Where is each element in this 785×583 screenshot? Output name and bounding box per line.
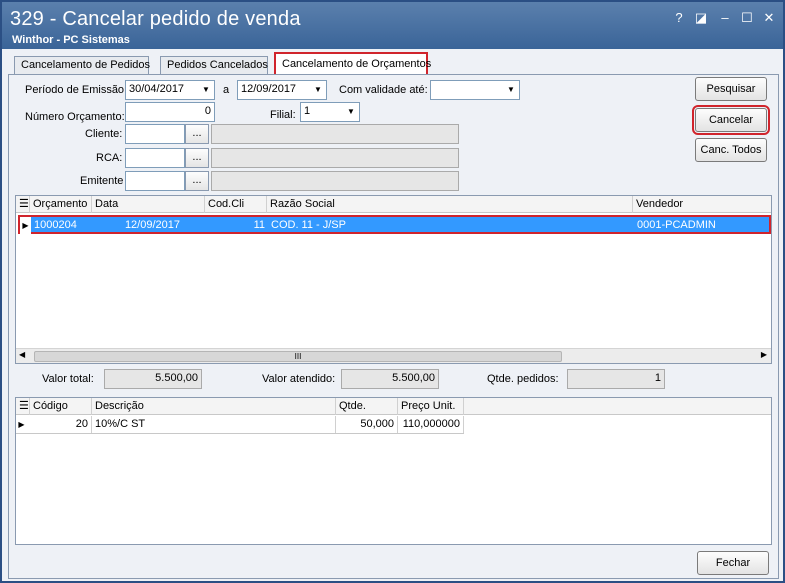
valor-atendido-field: 5.500,00 bbox=[341, 369, 439, 389]
emitente-label: Emitente bbox=[80, 175, 124, 187]
chevron-down-icon[interactable]: ▼ bbox=[343, 103, 359, 121]
data-fim-value: 12/09/2017 bbox=[241, 83, 297, 95]
orcamentos-grid-header: ☰ Orçamento Data Cod.Cli Razão Social Ve… bbox=[16, 196, 771, 213]
scroll-left-icon[interactable]: ◀ bbox=[19, 350, 25, 359]
scroll-right-icon[interactable]: ▶ bbox=[761, 350, 767, 359]
rca-search-button[interactable]: ... bbox=[185, 148, 209, 168]
col-preco-unit[interactable]: Preço Unit. bbox=[398, 398, 464, 415]
minimize-icon[interactable]: – bbox=[716, 10, 734, 26]
help-icon[interactable]: ? bbox=[670, 10, 688, 26]
restore-icon[interactable]: ◪ bbox=[692, 10, 710, 26]
valor-total-label: Valor total: bbox=[42, 373, 94, 385]
chevron-down-icon[interactable]: ▼ bbox=[503, 81, 519, 99]
col-descricao[interactable]: Descrição bbox=[92, 398, 336, 415]
cliente-label: Cliente: bbox=[85, 128, 123, 140]
title-bar: 329 - Cancelar pedido de venda Winthor -… bbox=[2, 2, 783, 49]
rca-label: RCA: bbox=[96, 152, 123, 164]
cliente-code-field[interactable] bbox=[125, 124, 185, 144]
row-pointer-icon: ▶ bbox=[20, 217, 31, 234]
numero-orcamento-field[interactable]: 0 bbox=[125, 102, 215, 122]
validade-field[interactable]: ▼ bbox=[430, 80, 520, 100]
canc-todos-button[interactable]: Canc. Todos bbox=[695, 138, 767, 162]
col-codigo[interactable]: Código bbox=[30, 398, 92, 415]
cliente-name-field bbox=[211, 124, 459, 144]
qtde-pedidos-label: Qtde. pedidos: bbox=[487, 373, 559, 385]
table-row[interactable]: ▶ 20 10%/C ST 50,000 110,000000 bbox=[16, 416, 464, 434]
qtde-pedidos-field: 1 bbox=[567, 369, 665, 389]
row-pointer-icon: ▶ bbox=[18, 420, 25, 429]
col-vendedor[interactable]: Vendedor bbox=[633, 196, 771, 213]
data-inicio-field[interactable]: 30/04/2017 ▼ bbox=[125, 80, 215, 100]
valor-total-field: 5.500,00 bbox=[104, 369, 202, 389]
tab-cancelamento-pedidos[interactable]: Cancelamento de Pedidos bbox=[14, 56, 150, 75]
maximize-icon[interactable]: ☐ bbox=[738, 10, 756, 26]
tab-panel: Período de Emissão: 30/04/2017 ▼ a 12/09… bbox=[8, 74, 779, 579]
col-razao-social[interactable]: Razão Social bbox=[267, 196, 633, 213]
grid-menu-icon[interactable]: ☰ bbox=[16, 398, 30, 415]
emitente-name-field bbox=[211, 171, 459, 191]
close-icon[interactable]: ✕ bbox=[760, 10, 778, 26]
window-title: 329 - Cancelar pedido de venda bbox=[10, 8, 301, 30]
cell-orcamento: 1000204 bbox=[34, 219, 77, 231]
filial-value: 1 bbox=[304, 105, 311, 117]
emitente-search-button[interactable]: ... bbox=[185, 171, 209, 191]
cell-codcli: 11 bbox=[253, 219, 265, 231]
chevron-down-icon[interactable]: ▼ bbox=[198, 81, 214, 99]
tab-cancelamento-orcamentos[interactable]: Cancelamento de Orçamentos bbox=[274, 52, 431, 75]
scroll-thumb[interactable]: III bbox=[34, 351, 562, 362]
horizontal-scrollbar[interactable]: ◀ III ▶ bbox=[16, 348, 771, 363]
rca-name-field bbox=[211, 148, 459, 168]
col-orcamento[interactable]: Orçamento bbox=[30, 196, 92, 213]
cliente-search-button[interactable]: ... bbox=[185, 124, 209, 144]
grid-menu-icon[interactable]: ☰ bbox=[16, 196, 30, 213]
col-data[interactable]: Data bbox=[92, 196, 205, 213]
cell-vendedor: 0001-PCADMIN bbox=[637, 219, 716, 231]
data-inicio-value: 30/04/2017 bbox=[129, 83, 185, 95]
window-subtitle: Winthor - PC Sistemas bbox=[12, 34, 130, 46]
cancelar-button[interactable]: Cancelar bbox=[692, 105, 770, 135]
numero-orcamento-label: Número Orçamento: bbox=[25, 111, 125, 123]
col-codcli[interactable]: Cod.Cli bbox=[205, 196, 267, 213]
itens-grid[interactable]: ☰ Código Descrição Qtde. Preço Unit. ▶ 2… bbox=[15, 397, 772, 545]
periodo-label: Período de Emissão: bbox=[25, 84, 128, 96]
window: 329 - Cancelar pedido de venda Winthor -… bbox=[0, 0, 785, 583]
filial-label: Filial: bbox=[270, 109, 296, 121]
rca-code-field[interactable] bbox=[125, 148, 185, 168]
cell-razao-social: COD. 11 - J/SP bbox=[271, 219, 346, 231]
cell-qtde: 50,000 bbox=[336, 416, 398, 433]
col-qtde[interactable]: Qtde. bbox=[336, 398, 398, 415]
orcamentos-grid[interactable]: ☰ Orçamento Data Cod.Cli Razão Social Ve… bbox=[15, 195, 772, 364]
table-row[interactable]: ▶ 1000204 12/09/2017 11 COD. 11 - J/SP 0… bbox=[18, 215, 771, 234]
cell-preco-unit: 110,000000 bbox=[398, 416, 464, 433]
cell-codigo: 20 bbox=[30, 416, 92, 433]
pesquisar-button[interactable]: Pesquisar bbox=[695, 77, 767, 101]
cell-descricao: 10%/C ST bbox=[92, 416, 336, 433]
emitente-code-field[interactable] bbox=[125, 171, 185, 191]
data-fim-field[interactable]: 12/09/2017 ▼ bbox=[237, 80, 327, 100]
tab-pedidos-cancelados[interactable]: Pedidos Cancelados bbox=[160, 56, 268, 75]
itens-grid-header: ☰ Código Descrição Qtde. Preço Unit. bbox=[16, 398, 771, 415]
cell-data: 12/09/2017 bbox=[124, 219, 180, 231]
valor-atendido-label: Valor atendido: bbox=[262, 373, 336, 385]
a-label: a bbox=[223, 84, 230, 96]
fechar-button[interactable]: Fechar bbox=[697, 551, 769, 575]
validade-label: Com validade até: bbox=[339, 84, 428, 96]
chevron-down-icon[interactable]: ▼ bbox=[310, 81, 326, 99]
filial-field[interactable]: 1 ▼ bbox=[300, 102, 360, 122]
